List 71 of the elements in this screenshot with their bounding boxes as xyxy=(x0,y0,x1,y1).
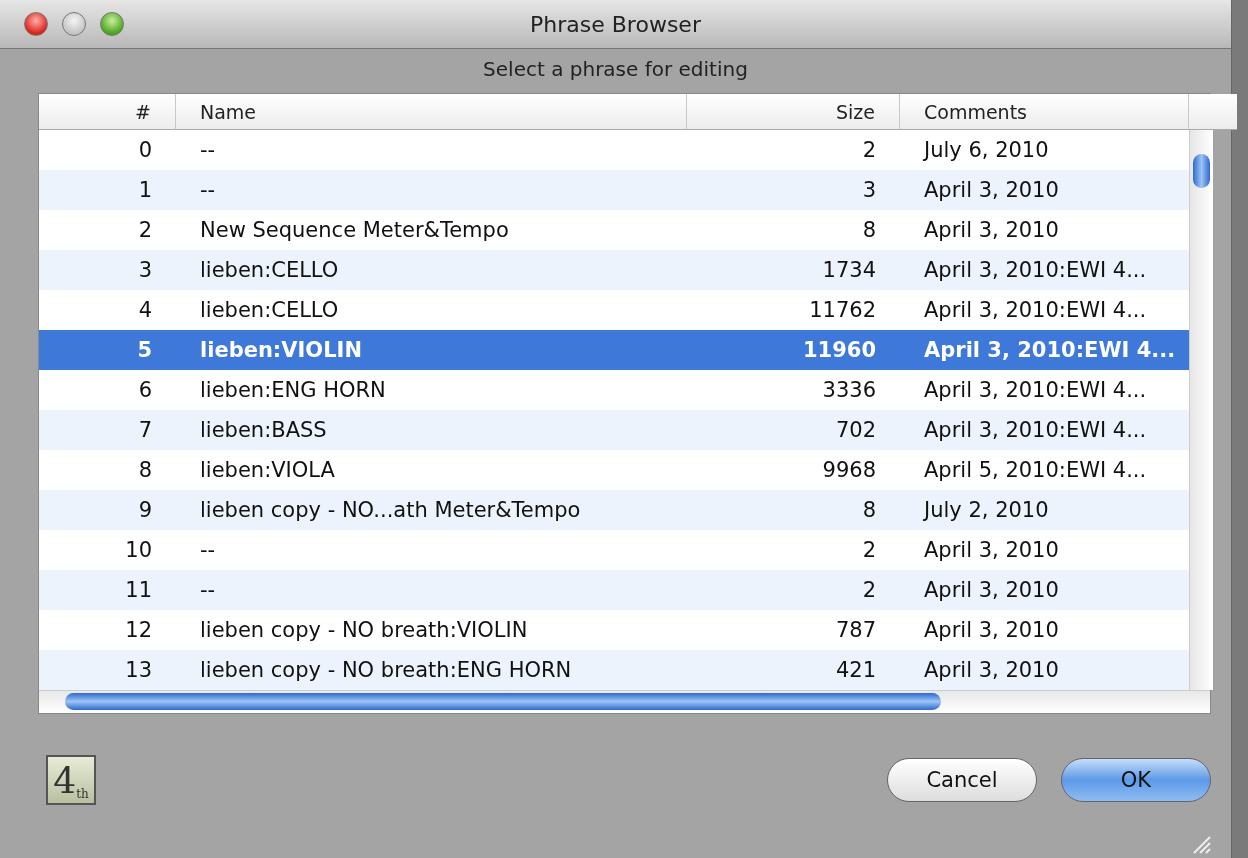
table-cell[interactable]: 11960 xyxy=(687,330,900,370)
table-cell[interactable]: April 3, 2010 xyxy=(900,610,1189,650)
table-cell[interactable]: 12 xyxy=(39,610,176,650)
table-cell[interactable]: July 2, 2010 xyxy=(900,490,1189,530)
table-cell[interactable]: 3 xyxy=(687,170,900,210)
table-cell[interactable]: 2 xyxy=(39,210,176,250)
table-cell[interactable]: 2 xyxy=(687,570,900,610)
table-cell[interactable]: April 3, 2010 xyxy=(900,210,1189,250)
column-header[interactable]: Comments xyxy=(900,94,1189,130)
table-cell[interactable]: 8 xyxy=(687,490,900,530)
vertical-scrollbar[interactable] xyxy=(1189,130,1213,690)
table-cell[interactable]: -- xyxy=(176,170,687,210)
table-cell[interactable]: April 3, 2010 xyxy=(900,570,1189,610)
table-cell[interactable]: 787 xyxy=(687,610,900,650)
table-cell[interactable]: July 6, 2010 xyxy=(900,130,1189,170)
column-header[interactable]: Size xyxy=(687,94,900,130)
table-cell[interactable]: 3336 xyxy=(687,370,900,410)
table-cell[interactable]: April 3, 2010:EWI 4... xyxy=(900,290,1189,330)
dialog-subtitle: Select a phrase for editing xyxy=(482,56,749,83)
table-cell[interactable]: April 3, 2010 xyxy=(900,170,1189,210)
table-cell[interactable]: 2 xyxy=(687,130,900,170)
table-cell[interactable]: lieben:CELLO xyxy=(176,250,687,290)
table-cell[interactable]: April 3, 2010:EWI 4... xyxy=(900,370,1189,410)
column-header[interactable]: Name xyxy=(176,94,687,130)
table-cell[interactable]: April 5, 2010:EWI 4... xyxy=(900,450,1189,490)
cancel-button[interactable]: Cancel xyxy=(887,758,1037,802)
table-cell[interactable]: 10 xyxy=(39,530,176,570)
table-cell[interactable]: April 3, 2010:EWI 4... xyxy=(900,410,1189,450)
zoom-button[interactable] xyxy=(100,12,124,36)
table-cell[interactable]: April 3, 2010:EWI 4... xyxy=(900,330,1189,370)
table-cell[interactable]: New Sequence Meter&Tempo xyxy=(176,210,687,250)
table-cell[interactable]: 7 xyxy=(39,410,176,450)
table-cell[interactable]: 8 xyxy=(39,450,176,490)
scroll-thumb[interactable] xyxy=(65,693,941,710)
table-cell[interactable]: April 3, 2010 xyxy=(900,650,1189,690)
table-cell[interactable]: lieben:CELLO xyxy=(176,290,687,330)
horizontal-scrollbar[interactable] xyxy=(39,690,1210,713)
table-cell[interactable]: lieben:VIOLA xyxy=(176,450,687,490)
table-cell[interactable]: 9968 xyxy=(687,450,900,490)
table-cell[interactable]: lieben copy - NO...ath Meter&Tempo xyxy=(176,490,687,530)
table-cell[interactable]: 11762 xyxy=(687,290,900,330)
table-cell[interactable]: lieben:BASS xyxy=(176,410,687,450)
table-cell[interactable]: lieben copy - NO breath:VIOLIN xyxy=(176,610,687,650)
table-cell[interactable]: 0 xyxy=(39,130,176,170)
minimize-button[interactable] xyxy=(62,12,86,36)
table-cell[interactable]: 6 xyxy=(39,370,176,410)
table-cell[interactable]: April 3, 2010 xyxy=(900,530,1189,570)
table-cell[interactable]: 702 xyxy=(687,410,900,450)
table-cell[interactable]: 1 xyxy=(39,170,176,210)
table-cell[interactable]: 3 xyxy=(39,250,176,290)
window-title: Phrase Browser xyxy=(529,11,702,37)
table-cell[interactable]: 5 xyxy=(39,330,176,370)
scroll-thumb[interactable] xyxy=(1193,154,1210,188)
ok-button[interactable]: OK xyxy=(1061,758,1211,802)
table-cell[interactable]: -- xyxy=(176,530,687,570)
table-cell[interactable]: -- xyxy=(176,130,687,170)
table-cell[interactable]: lieben:ENG HORN xyxy=(176,370,687,410)
table-cell[interactable]: lieben:VIOLIN xyxy=(176,330,687,370)
table-cell[interactable]: 2 xyxy=(687,530,900,570)
table-cell[interactable]: -- xyxy=(176,570,687,610)
column-header[interactable]: # xyxy=(39,94,176,130)
table-cell[interactable]: 11 xyxy=(39,570,176,610)
table-cell[interactable]: 13 xyxy=(39,650,176,690)
table-cell[interactable]: 4 xyxy=(39,290,176,330)
table-cell[interactable]: lieben copy - NO breath:ENG HORN xyxy=(176,650,687,690)
table-cell[interactable]: 421 xyxy=(687,650,900,690)
table-cell[interactable]: April 3, 2010:EWI 4... xyxy=(900,250,1189,290)
table-cell[interactable]: 9 xyxy=(39,490,176,530)
close-button[interactable] xyxy=(24,12,48,36)
table-cell[interactable]: 8 xyxy=(687,210,900,250)
table-cell[interactable]: 1734 xyxy=(687,250,900,290)
